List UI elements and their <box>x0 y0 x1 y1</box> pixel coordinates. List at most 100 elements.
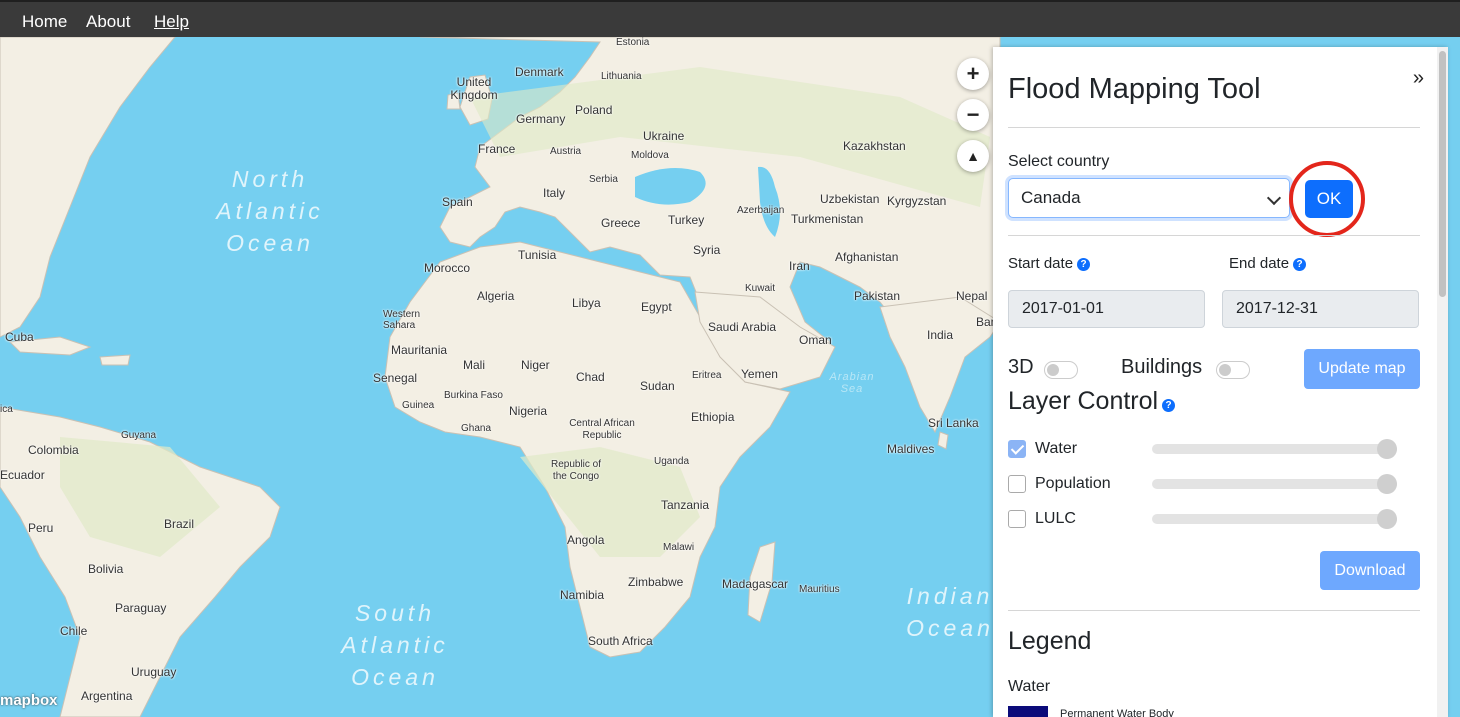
place-label: Kazakhstan <box>843 139 906 153</box>
water-layer-label: Water <box>1035 440 1078 457</box>
place-label: Mauritius <box>799 584 840 595</box>
zoom-out-button[interactable]: − <box>957 99 989 131</box>
country-select-value: Canada <box>1021 188 1081 207</box>
lulc-layer-label: LULC <box>1035 510 1076 527</box>
population-layer-checkbox[interactable] <box>1008 475 1026 493</box>
update-map-button[interactable]: Update map <box>1304 349 1420 389</box>
slider-handle[interactable] <box>1377 439 1397 459</box>
place-label: Western Sahara <box>383 309 421 331</box>
start-date-input[interactable]: 2017-01-01 <box>1008 290 1205 328</box>
place-label: Bolivia <box>88 562 124 576</box>
place-label: India <box>927 328 954 342</box>
place-label: Madagascar <box>722 577 789 591</box>
place-label: Saudi Arabia <box>708 320 777 334</box>
nav-home[interactable]: Home <box>22 12 67 32</box>
country-label: Select country <box>1008 153 1110 170</box>
place-label: Ukraine <box>643 129 685 143</box>
place-label: Tanzania <box>661 498 710 512</box>
scrollbar-thumb[interactable] <box>1439 51 1446 297</box>
3d-label: 3D <box>1008 356 1034 378</box>
ocean-label-south-atlantic: South Atlantic Ocean <box>341 600 449 690</box>
compass-button[interactable]: ▲ <box>957 140 989 172</box>
flood-tool-panel: » Flood Mapping Tool Select country Cana… <box>993 47 1448 717</box>
lulc-opacity-slider[interactable] <box>1152 509 1397 529</box>
place-label: Greece <box>601 216 641 230</box>
place-label: Azerbaijan <box>737 205 785 216</box>
place-label: Italy <box>543 186 566 200</box>
place-label: Eritrea <box>692 370 722 381</box>
nav-about[interactable]: About <box>86 12 130 32</box>
place-label: Turkmenistan <box>791 212 864 226</box>
place-label: Moldova <box>631 150 669 161</box>
place-label: Malawi <box>663 542 695 553</box>
country-select[interactable]: Canada <box>1008 178 1290 218</box>
place-label: Serbia <box>589 174 618 185</box>
3d-toggle[interactable] <box>1044 361 1078 379</box>
panel-title: Flood Mapping Tool <box>1008 73 1261 105</box>
place-label: Libya <box>572 296 601 310</box>
place-label: Uzbekistan <box>820 192 880 206</box>
zoom-in-button[interactable]: + <box>957 58 989 90</box>
place-label: Guinea <box>402 400 435 411</box>
place-label: Guyana <box>121 430 157 441</box>
place-label: Nigeria <box>509 404 548 418</box>
ocean-label-indian: Indian Ocean <box>906 583 994 641</box>
collapse-panel-button[interactable]: » <box>1413 67 1424 90</box>
place-label: Syria <box>693 243 721 257</box>
place-label: Algeria <box>477 289 515 303</box>
place-label: Brazil <box>164 517 195 531</box>
help-icon[interactable]: ? <box>1293 258 1307 271</box>
legend-item-label: Permanent Water Body <box>1060 708 1174 717</box>
divider <box>1008 127 1420 128</box>
download-button[interactable]: Download <box>1320 551 1420 590</box>
population-opacity-slider[interactable] <box>1152 474 1397 494</box>
place-label: Kuwait <box>745 283 776 294</box>
legend-water-label: Water <box>1008 678 1051 695</box>
place-label: Central African Republic <box>569 418 635 441</box>
place-label: United Kingdom <box>450 75 498 102</box>
place-label: Burkina Faso <box>444 390 503 401</box>
legend-swatch <box>1008 706 1048 717</box>
place-label: Chad <box>576 370 605 384</box>
place-label: Argentina <box>81 689 133 703</box>
lulc-layer-checkbox[interactable] <box>1008 510 1026 528</box>
place-label: Turkey <box>668 213 705 227</box>
slider-handle[interactable] <box>1377 474 1397 494</box>
buildings-toggle[interactable] <box>1216 361 1250 379</box>
place-label: Senegal <box>373 371 418 385</box>
ocean-label-north-atlantic: North Atlantic Ocean <box>216 166 324 256</box>
place-label: Tunisia <box>518 248 557 262</box>
place-label: Ghana <box>461 423 492 434</box>
place-label: Maldives <box>887 442 935 456</box>
water-opacity-slider[interactable] <box>1152 439 1397 459</box>
place-label: Iran <box>789 259 810 273</box>
place-label: Peru <box>28 521 54 535</box>
top-nav: Home About Help <box>0 0 1460 37</box>
place-label: Chile <box>60 624 88 638</box>
place-label: Denmark <box>515 65 564 79</box>
nav-help[interactable]: Help <box>154 12 189 32</box>
divider <box>1008 610 1420 611</box>
place-label: Niger <box>521 358 550 372</box>
place-label: France <box>478 142 516 156</box>
place-label: Uruguay <box>131 665 177 679</box>
water-layer-checkbox[interactable] <box>1008 440 1026 458</box>
place-label: Ecuador <box>0 468 45 482</box>
end-date-input[interactable]: 2017-12-31 <box>1222 290 1419 328</box>
layer-control-heading: Layer Control? <box>1008 387 1176 416</box>
place-label: Zimbabwe <box>628 575 684 589</box>
mapbox-logo[interactable]: mapbox <box>0 692 58 709</box>
place-label: Colombia <box>28 443 79 457</box>
help-icon[interactable]: ? <box>1077 258 1091 271</box>
buildings-label: Buildings <box>1121 356 1203 378</box>
panel-scrollbar[interactable] <box>1437 47 1448 717</box>
slider-handle[interactable] <box>1377 509 1397 529</box>
place-label: South Africa <box>588 634 653 648</box>
population-layer-label: Population <box>1035 475 1111 492</box>
place-label: Sudan <box>640 379 675 393</box>
end-date-label: End date? <box>1229 255 1307 272</box>
help-icon[interactable]: ? <box>1162 399 1176 412</box>
place-label: Germany <box>516 112 566 126</box>
highlight-circle <box>1289 161 1365 237</box>
place-label: Oman <box>799 333 832 347</box>
